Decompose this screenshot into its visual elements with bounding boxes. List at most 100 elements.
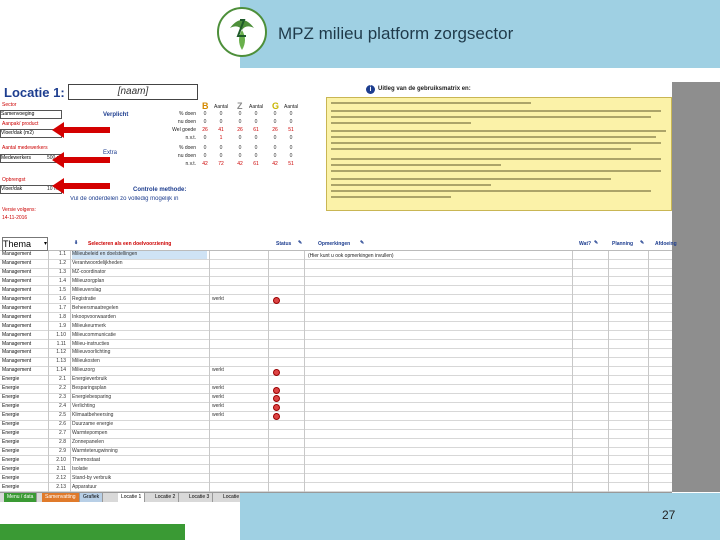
sheet-tab[interactable]: Locatie 2 — [152, 493, 180, 502]
grade-cell: 0 — [219, 145, 223, 151]
row-num: 1.5 — [59, 286, 66, 293]
grade-cell: 0 — [203, 153, 207, 159]
row-thema: Energie — [2, 421, 20, 428]
sheet-tab[interactable]: Locatie 3 — [186, 493, 214, 502]
planning-header[interactable]: Planning — [612, 241, 633, 247]
row-label[interactable]: MZ-coordinator — [72, 269, 207, 277]
row-label[interactable]: Milieuzorgplan — [72, 278, 207, 286]
row-label[interactable]: Milieuvoorlichting — [72, 349, 207, 357]
wat-header[interactable]: Wat? — [579, 241, 591, 247]
row-num: 2.3 — [59, 394, 66, 401]
grade-cell: 42 — [272, 161, 278, 167]
row-label[interactable]: Milieukosten — [72, 358, 207, 366]
grade-cell: 0 — [273, 153, 277, 159]
row-label[interactable]: Milieuzorg — [72, 367, 207, 375]
grade-header-z: Z — [237, 101, 243, 111]
location-name-input[interactable]: [naam] — [68, 84, 198, 100]
grade-cell: 42 — [237, 161, 243, 167]
status-indicator-icon[interactable] — [273, 395, 280, 403]
status-indicator-icon[interactable] — [273, 386, 280, 394]
row-thema: Energie — [2, 456, 20, 463]
grade-cell: 0 — [254, 145, 258, 151]
thema-header-label: Thema — [3, 239, 32, 249]
row-label[interactable]: Thermostaat — [72, 457, 207, 465]
grade-row-label: nu doen — [177, 119, 196, 125]
opmerkingen-header[interactable]: Opmerkingen — [318, 241, 350, 247]
grade-cell: 41 — [218, 127, 224, 133]
row-thema: Energie — [2, 430, 20, 436]
row-label[interactable]: Besparingsplan — [72, 385, 207, 393]
row-label[interactable]: Warmteterugwinning — [72, 448, 207, 456]
row-thema: Management — [2, 251, 32, 257]
row-thema: Energie — [2, 483, 20, 490]
method-label: Controle methode: — [133, 187, 187, 193]
sheet-tab[interactable]: Menu / data — [4, 493, 38, 502]
row-thema: Management — [2, 304, 32, 311]
row-thema: Management — [2, 295, 32, 302]
row-status: werkt — [212, 403, 224, 410]
thema-filter[interactable]: Thema ▾ — [2, 237, 48, 251]
status-indicator-icon[interactable] — [273, 404, 280, 412]
grade-cell: 51 — [288, 127, 294, 133]
footer-blue-band — [240, 493, 720, 540]
afdoening-header[interactable]: Afdoeing — [655, 241, 677, 247]
status-header[interactable]: Status — [276, 241, 291, 247]
row-num: 2.6 — [59, 421, 66, 428]
grade-cell: 0 — [238, 119, 242, 125]
slide-title: MPZ milieu platform zorgsector — [278, 24, 514, 43]
footer-green-bar — [0, 524, 185, 540]
row-label[interactable]: Milieucommunicatie — [72, 332, 207, 340]
right-gray-panel — [672, 82, 720, 492]
page-number: 27 — [662, 508, 676, 522]
row-label[interactable]: Klimaatbeheersing — [72, 412, 207, 420]
row-label[interactable]: Milieu-instructies — [72, 341, 207, 349]
row-label[interactable]: Energiebesparing — [72, 394, 207, 402]
row-label[interactable]: Registratie — [72, 296, 207, 304]
grade-cell: 51 — [288, 161, 294, 167]
row-label[interactable]: Warmtepompen — [72, 430, 207, 438]
grade-cell: 0 — [203, 111, 207, 117]
sheet-tab[interactable]: Locatie 1 — [118, 493, 146, 502]
grade-cell: 61 — [253, 127, 259, 133]
grade-cell: 0 — [289, 135, 293, 141]
edit-icon: ✎ — [640, 240, 645, 246]
grade-row-label: % doen — [179, 111, 196, 117]
grade-cell: 0 — [238, 145, 242, 151]
grade-cell: 0 — [273, 135, 277, 141]
row-label[interactable]: Inkoopvoorwaarden — [72, 314, 207, 322]
red-arrows-icon — [52, 122, 110, 194]
row-label[interactable]: Isolatie — [72, 466, 207, 474]
grade-cell: 26 — [202, 127, 208, 133]
row-label[interactable]: Milieuverslag — [72, 287, 207, 295]
grade-cell: 26 — [272, 127, 278, 133]
row-label[interactable]: Beheersmaatregelen — [72, 305, 207, 313]
select-header[interactable]: Selecteren als een doelvoorziening — [88, 241, 171, 247]
location-label: Locatie 1: — [4, 85, 65, 100]
row-label[interactable]: Duurzame energie — [72, 421, 207, 429]
status-indicator-icon[interactable] — [273, 368, 280, 376]
field-sector[interactable]: Samenvoeging — [0, 110, 62, 119]
row-label[interactable]: Milieukeurmerk — [72, 323, 207, 331]
required-label: Verplicht — [103, 112, 129, 118]
sheet-tab[interactable]: Grafiek — [80, 493, 104, 502]
row-num: 1.2 — [59, 259, 66, 266]
grade-cell: 0 — [203, 119, 207, 125]
grade-cell: 0 — [219, 119, 223, 125]
row-thema: Management — [2, 349, 32, 356]
grade-row-label: n.v.t. — [185, 161, 196, 167]
row-label[interactable]: Energieverbruik — [72, 376, 207, 384]
info-icon[interactable]: i — [366, 85, 375, 94]
row-label[interactable]: Milieubeleid en doelstellingen — [72, 251, 207, 259]
row-label[interactable]: Verantwoordelijkheden — [72, 260, 207, 268]
status-indicator-icon[interactable] — [273, 413, 280, 421]
status-indicator-icon[interactable] — [273, 297, 280, 305]
row-num: 1.3 — [59, 268, 66, 275]
row-label[interactable]: Zonnepanelen — [72, 439, 207, 447]
location-note: Vul de onderdelen zo volledig mogelijk i… — [70, 196, 179, 202]
row-thema: Management — [2, 331, 32, 338]
sheet-tab[interactable]: Samenvatting — [42, 493, 80, 502]
row-label[interactable]: Stand-by verbruik — [72, 475, 207, 483]
row-thema: Energie — [2, 447, 20, 454]
row-label[interactable]: Verlichting — [72, 403, 207, 411]
row-label[interactable]: Apparatuur — [72, 484, 207, 492]
